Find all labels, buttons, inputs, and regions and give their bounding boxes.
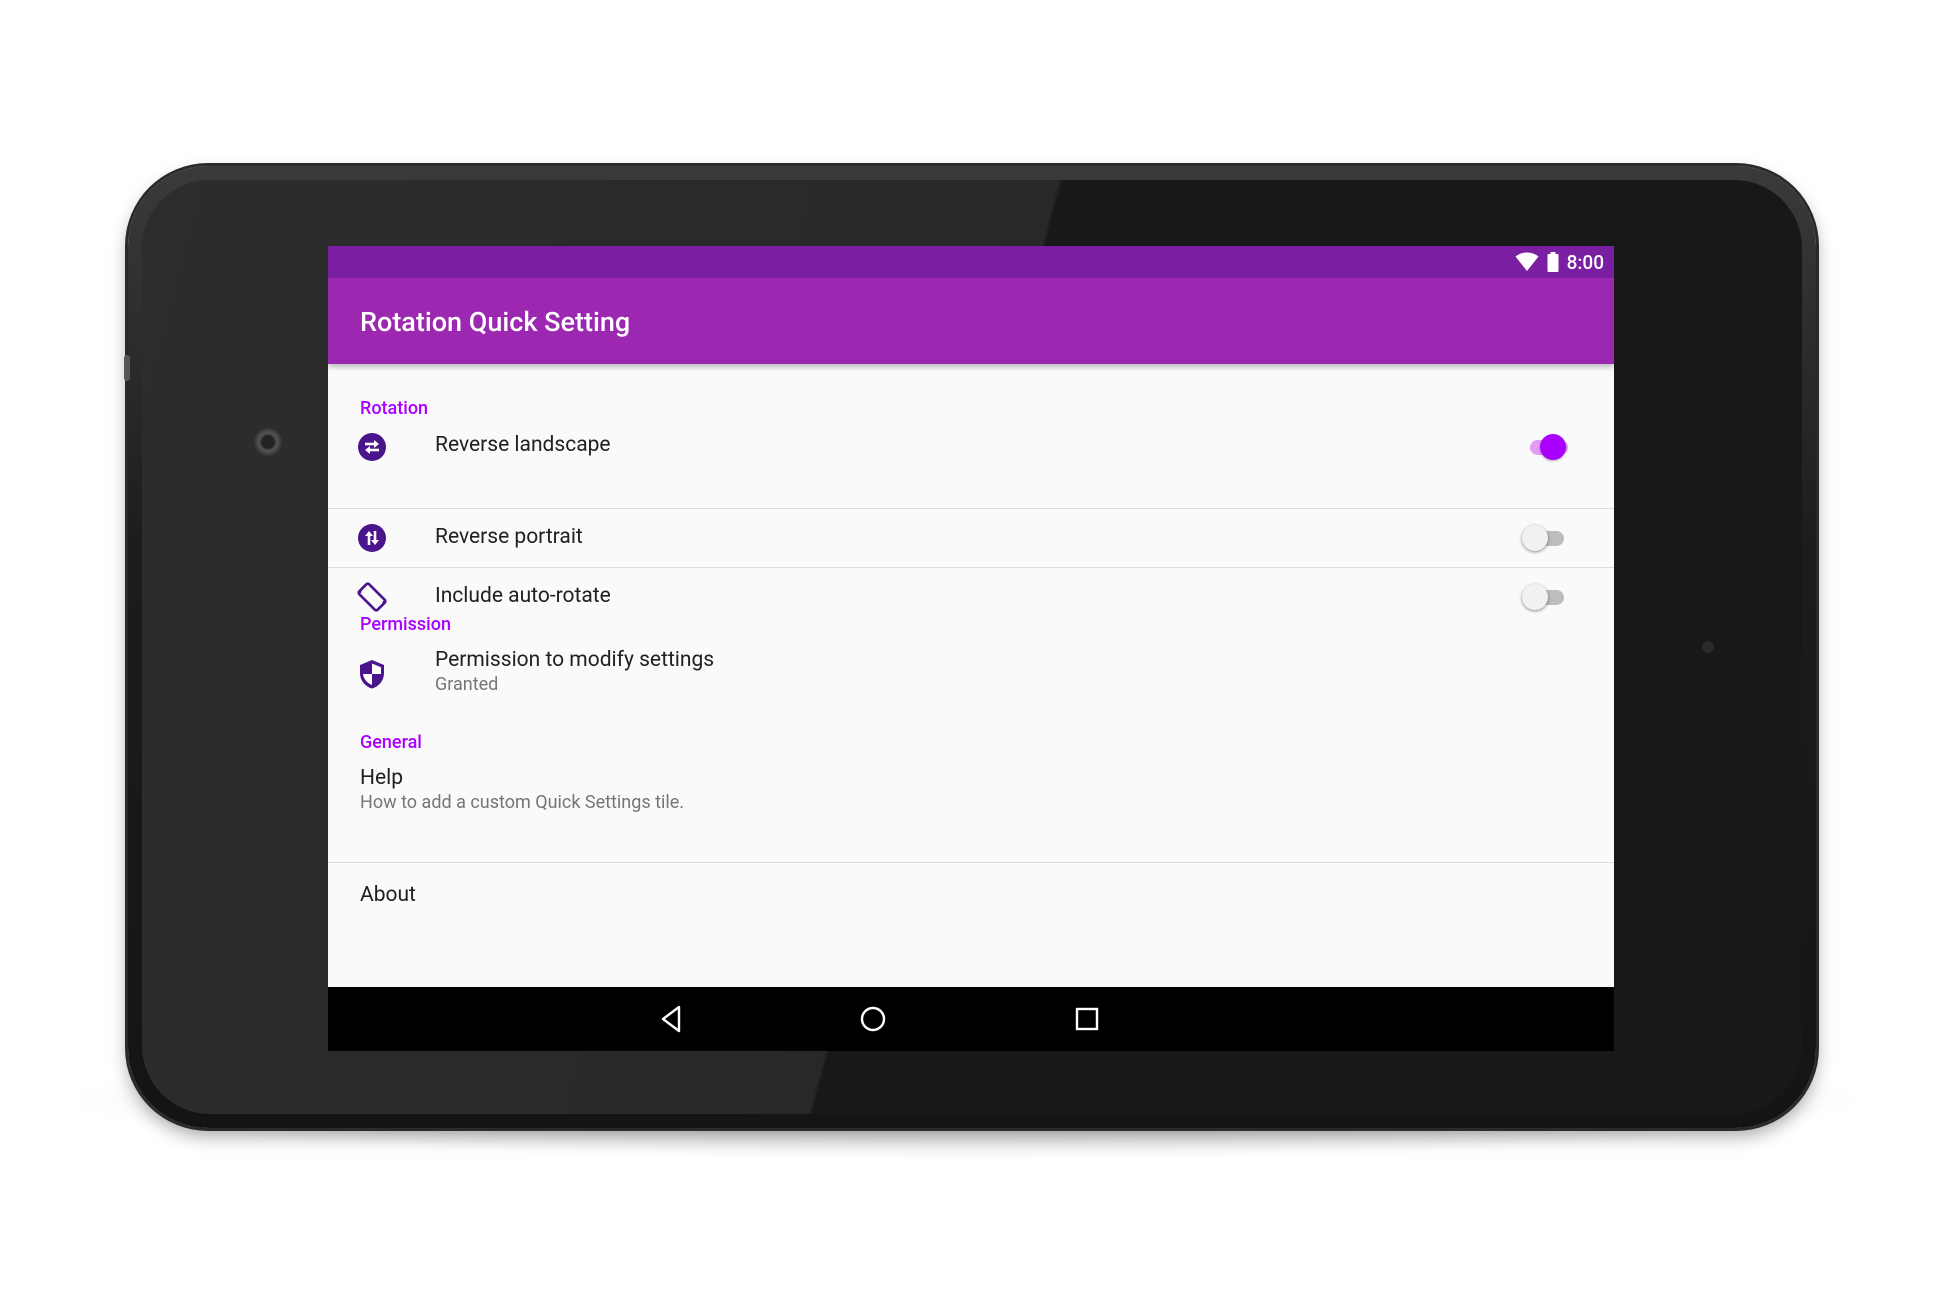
switch-thumb bbox=[1522, 584, 1548, 610]
status-bar: 8:00 bbox=[328, 246, 1614, 278]
pref-title: Include auto-rotate bbox=[435, 584, 611, 608]
light-sensor bbox=[1702, 641, 1714, 653]
pref-summary: How to add a custom Quick Settings tile. bbox=[360, 792, 685, 813]
reverse-portrait-icon bbox=[358, 524, 386, 552]
status-time: 8:00 bbox=[1566, 250, 1604, 274]
pref-reverse-landscape[interactable]: Reverse landscape bbox=[328, 411, 1614, 483]
recents-icon[interactable] bbox=[1071, 1003, 1103, 1035]
pref-permission-modify-settings[interactable]: Permission to modify settings Granted bbox=[328, 636, 1614, 712]
screen-rotation-icon bbox=[357, 582, 387, 612]
pref-about[interactable]: About bbox=[328, 863, 1614, 943]
section-header-general: General bbox=[360, 732, 422, 753]
app-bar: Rotation Quick Setting bbox=[328, 278, 1614, 364]
pref-title: About bbox=[360, 883, 416, 907]
app-title: Rotation Quick Setting bbox=[360, 306, 631, 338]
section-header-permission: Permission bbox=[360, 614, 451, 635]
pref-title: Permission to modify settings bbox=[435, 648, 715, 672]
home-icon[interactable] bbox=[857, 1003, 889, 1035]
switch-thumb bbox=[1522, 525, 1548, 551]
navigation-bar bbox=[328, 987, 1614, 1051]
reverse-landscape-switch[interactable] bbox=[1522, 429, 1568, 465]
battery-icon bbox=[1547, 252, 1559, 272]
pref-title: Reverse landscape bbox=[435, 433, 611, 457]
back-icon[interactable] bbox=[655, 1003, 687, 1035]
settings-list[interactable]: Rotation Reverse landscape Reverse portr… bbox=[328, 364, 1614, 985]
pref-title: Reverse portrait bbox=[435, 525, 583, 549]
shield-icon bbox=[360, 660, 384, 689]
device-screen: 8:00 Rotation Quick Setting Rotation Rev… bbox=[328, 246, 1614, 1051]
reverse-portrait-switch[interactable] bbox=[1522, 520, 1568, 556]
wifi-icon bbox=[1515, 252, 1539, 271]
pref-help[interactable]: Help How to add a custom Quick Settings … bbox=[328, 754, 1614, 830]
pref-title: Help bbox=[360, 766, 404, 790]
include-auto-rotate-switch[interactable] bbox=[1522, 579, 1568, 615]
pref-reverse-portrait[interactable]: Reverse portrait bbox=[328, 509, 1614, 567]
reverse-landscape-icon bbox=[358, 433, 386, 461]
status-icons: 8:00 bbox=[1515, 246, 1604, 278]
switch-thumb bbox=[1540, 434, 1566, 460]
power-button bbox=[124, 355, 130, 381]
pref-summary: Granted bbox=[435, 674, 499, 695]
front-camera bbox=[254, 428, 282, 456]
pref-include-auto-rotate[interactable]: Include auto-rotate bbox=[328, 568, 1614, 626]
